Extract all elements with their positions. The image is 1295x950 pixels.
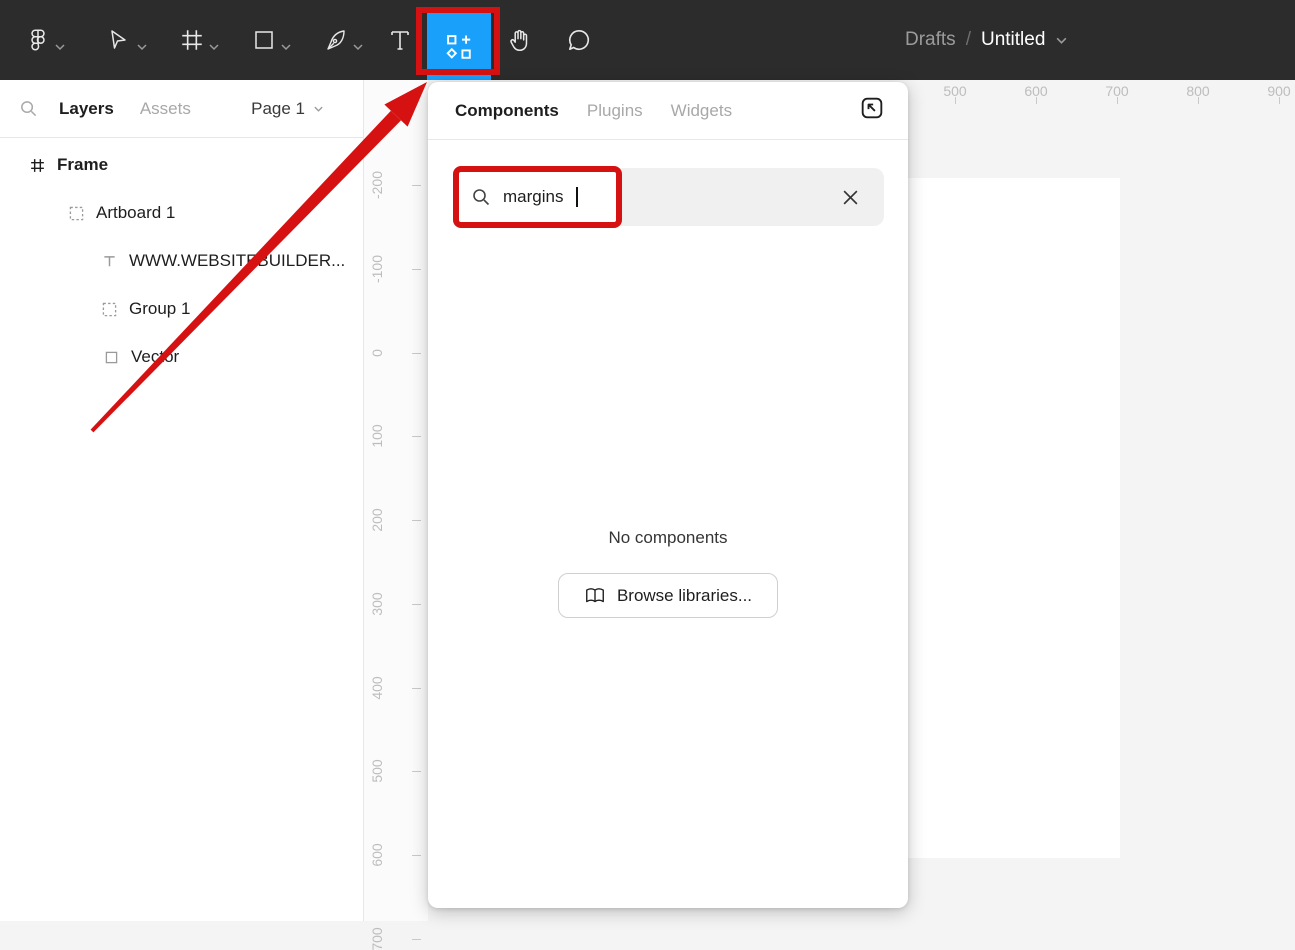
frame-tool-button[interactable] [174,0,210,80]
open-as-window-icon[interactable] [858,94,886,127]
layers-panel: Layers Assets Page 1 Frame Artboard 1 WW… [0,80,364,921]
search-icon[interactable] [19,99,38,118]
vertical-ruler-label: -200 [369,171,385,199]
clear-search-icon[interactable] [836,183,864,211]
vertical-ruler-tick [412,688,421,689]
tab-widgets[interactable]: Widgets [671,101,732,121]
search-annotation-box: margins [453,166,622,228]
move-tool-button[interactable] [100,0,136,80]
text-tool-button[interactable] [382,0,418,80]
figma-menu-button[interactable] [20,0,56,80]
layer-row-vector[interactable]: Vector [0,333,363,381]
vertical-ruler [364,80,428,921]
toolbar-annotation-box [416,7,500,75]
rectangle-icon [252,28,276,52]
page-selector[interactable]: Page 1 [251,99,305,119]
frame-hash-icon [179,27,205,53]
vertical-ruler-tick [412,520,421,521]
vertical-ruler-label: 400 [369,676,385,699]
horizontal-ruler-tick [1117,97,1118,104]
vertical-ruler-tick [412,771,421,772]
layer-label: Group 1 [129,299,190,319]
layer-row-frame[interactable]: Frame [0,141,363,189]
text-T-icon [388,28,412,52]
breadcrumb-filename[interactable]: Untitled [981,29,1045,51]
vertical-ruler-label: 300 [369,592,385,615]
layer-row-artboard[interactable]: Artboard 1 [0,189,363,237]
tab-plugins[interactable]: Plugins [587,101,643,121]
layer-label: WWW.WEBSITEBUILDER... [129,251,345,271]
book-icon [584,586,606,606]
browse-libraries-button[interactable]: Browse libraries... [558,573,778,618]
vector-icon [102,351,120,364]
layer-row-text[interactable]: WWW.WEBSITEBUILDER... [0,237,363,285]
vertical-ruler-label: 0 [369,349,385,357]
horizontal-ruler-tick [955,97,956,104]
vertical-ruler-label: 100 [369,425,385,448]
vertical-ruler-tick [412,353,421,354]
vertical-ruler-tick [412,604,421,605]
vertical-ruler-label: 600 [369,843,385,866]
group-icon [100,302,118,317]
layer-label: Artboard 1 [96,203,175,223]
pen-tool-button[interactable] [318,0,354,80]
toolbar: Drafts / Untitled [0,0,1295,80]
figma-logo-icon [25,27,51,53]
vertical-ruler-tick [412,436,421,437]
page-chevron-icon[interactable] [313,105,324,113]
layer-row-group[interactable]: Group 1 [0,285,363,333]
artboard-icon [67,206,85,221]
pen-tool-chevron-icon[interactable] [352,38,364,56]
browse-libraries-label: Browse libraries... [617,586,752,606]
resources-popup: Components Plugins Widgets margins No co… [428,82,908,908]
search-icon [471,187,491,207]
horizontal-ruler-tick [1198,97,1199,104]
hand-tool-button[interactable] [500,0,538,80]
artboard-1[interactable]: RINSIDER.COM [908,178,1120,858]
breadcrumb-separator: / [966,29,971,51]
shape-tool-button[interactable] [246,0,282,80]
vertical-ruler-tick [412,939,421,940]
shape-tool-chevron-icon[interactable] [280,38,292,56]
figma-menu-chevron-icon[interactable] [54,38,66,56]
text-caret [576,187,578,207]
vertical-ruler-tick [412,269,421,270]
horizontal-ruler-tick [1279,97,1280,104]
layer-label: Frame [57,155,108,175]
move-tool-chevron-icon[interactable] [136,38,148,56]
pen-icon [324,28,348,52]
text-layer-icon [100,254,118,269]
vertical-ruler-label: -100 [369,255,385,283]
resources-popup-header: Components Plugins Widgets [428,82,908,140]
file-breadcrumb[interactable]: Drafts / Untitled [905,0,1068,80]
tab-components[interactable]: Components [455,101,559,121]
vertical-ruler-label: 200 [369,508,385,531]
horizontal-ruler-tick [1036,97,1037,104]
breadcrumb-project[interactable]: Drafts [905,29,956,51]
filename-chevron-icon[interactable] [1055,36,1068,45]
vertical-ruler-tick [412,855,421,856]
vertical-ruler-label: 700 [369,927,385,950]
frame-tool-chevron-icon[interactable] [208,38,220,56]
vertical-ruler-label: 500 [369,760,385,783]
comment-bubble-icon [566,27,592,53]
empty-state-text: No components [428,528,908,548]
tab-assets[interactable]: Assets [140,99,191,119]
comment-tool-button[interactable] [560,0,598,80]
frame-icon [28,157,46,174]
layer-label: Vector [131,347,179,367]
cursor-icon [106,28,130,52]
hand-icon [506,27,532,53]
search-input-value[interactable]: margins [503,187,563,207]
vertical-ruler-tick [412,185,421,186]
layers-panel-header: Layers Assets Page 1 [0,80,363,138]
tab-layers[interactable]: Layers [59,99,114,119]
